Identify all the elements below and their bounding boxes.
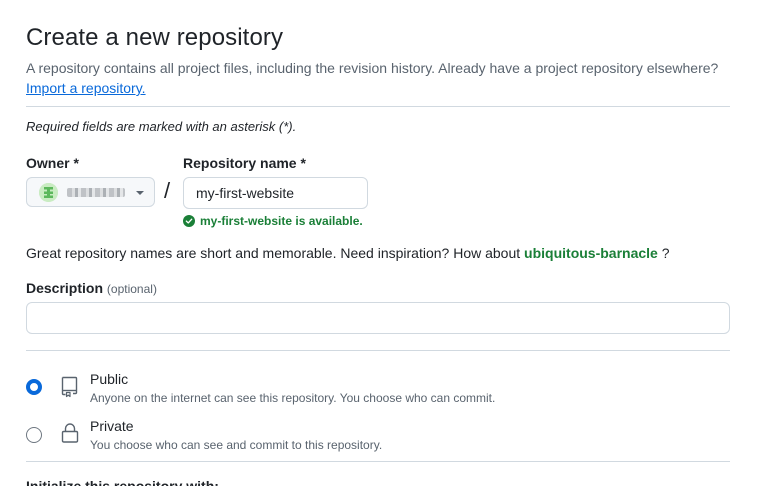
visibility-divider [26,461,730,462]
description-label-text: Description [26,280,104,296]
private-radio[interactable] [26,427,42,443]
public-label: Public [90,371,129,387]
owner-label: Owner * [26,155,79,171]
suggested-name-link[interactable]: ubiquitous-barnacle [524,245,658,261]
availability-message: my-first-website is available. [183,214,363,228]
owner-repo-separator: / [164,178,171,203]
availability-text: my-first-website is available. [200,214,363,228]
repo-icon [61,376,78,398]
description-label: Description (optional) [26,280,157,296]
required-fields-note: Required fields are marked with an aster… [26,119,297,134]
chevron-down-icon [136,191,144,195]
public-description: Anyone on the internet can see this repo… [90,391,496,405]
repository-name-input[interactable] [183,177,368,209]
inspiration-suffix: ? [661,245,670,261]
optional-tag: (optional) [106,282,157,296]
private-label: Private [90,418,134,434]
private-description: You choose who can see and commit to thi… [90,438,383,452]
description-input[interactable] [26,302,730,334]
repository-name-label: Repository name * [183,155,306,171]
page-title: Create a new repository [26,24,284,51]
description-divider [26,350,730,351]
lock-icon [61,423,79,443]
import-repository-link[interactable]: Import a repository. [26,80,146,96]
public-radio[interactable] [26,379,42,395]
owner-dropdown[interactable] [26,177,155,207]
inspiration-prefix: Great repository names are short and mem… [26,245,521,261]
header-divider [26,106,730,107]
owner-name-redacted [67,188,125,197]
initialize-section-heading: Initialize this repository with: [26,478,219,486]
identicon-avatar-icon [39,183,58,202]
page-subtitle: A repository contains all project files,… [26,60,719,76]
name-inspiration: Great repository names are short and mem… [26,245,670,261]
check-circle-icon [183,215,195,227]
create-repository-page: Create a new repository A repository con… [0,0,766,486]
